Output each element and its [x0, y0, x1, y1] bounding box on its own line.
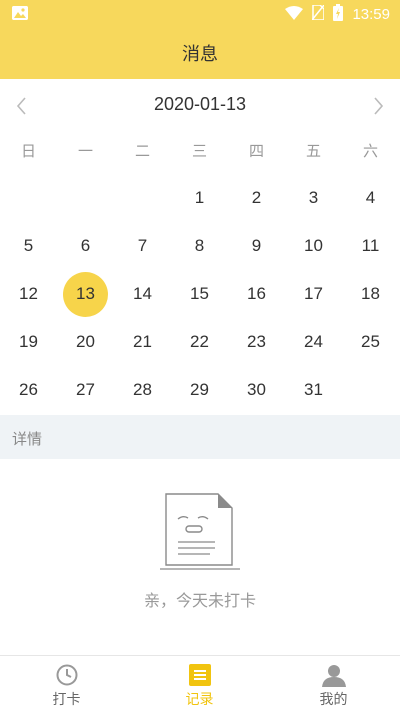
calendar-day[interactable]: 31 — [285, 367, 342, 413]
calendar-day[interactable]: 23 — [228, 319, 285, 365]
tab-clock-in[interactable]: 打卡 — [0, 656, 133, 712]
calendar-day[interactable]: 15 — [171, 271, 228, 317]
calendar-day-number: 1 — [194, 188, 205, 207]
empty-document-icon — [160, 493, 240, 570]
calendar-day-number: 13 — [76, 284, 95, 303]
calendar-day[interactable]: 19 — [0, 319, 57, 365]
weekday-label: 二 — [134, 142, 150, 160]
calendar-day-number: 17 — [304, 284, 323, 303]
calendar-day[interactable]: 28 — [114, 367, 171, 413]
calendar-day-number: 2 — [251, 188, 262, 207]
calendar-day[interactable]: 22 — [171, 319, 228, 365]
weekday-header: 日一二三四五六 — [0, 140, 400, 166]
calendar-day[interactable]: 11 — [342, 223, 399, 269]
calendar-day-number: 24 — [304, 332, 323, 351]
calendar-day-number: 8 — [194, 236, 205, 255]
app-header: 13:59 消息 — [0, 0, 400, 79]
weekday-label: 日 — [20, 142, 36, 160]
status-bar: 13:59 — [0, 0, 400, 28]
status-icons: 13:59 — [285, 3, 390, 25]
battery-charging-icon — [333, 3, 344, 25]
calendar-day-number: 30 — [247, 380, 266, 399]
calendar-day-number: 12 — [19, 284, 38, 303]
calendar-day[interactable]: 30 — [228, 367, 285, 413]
calendar-day-number: 27 — [76, 380, 95, 399]
calendar-day-number: 7 — [137, 236, 148, 255]
calendar-day[interactable]: 8 — [171, 223, 228, 269]
calendar-day-number: 31 — [304, 380, 323, 399]
calendar-day-number: 16 — [247, 284, 266, 303]
calendar-day[interactable]: 21 — [114, 319, 171, 365]
calendar-day-number: 6 — [80, 236, 91, 255]
tab-label: 记录 — [185, 692, 214, 708]
calendar-day[interactable]: 29 — [171, 367, 228, 413]
weekday-label: 四 — [248, 142, 264, 160]
tab-profile[interactable]: 我的 — [267, 656, 400, 712]
calendar-day-number: 26 — [19, 380, 38, 399]
calendar-day[interactable]: 27 — [57, 367, 114, 413]
calendar-day[interactable]: 16 — [228, 271, 285, 317]
calendar-day[interactable]: 14 — [114, 271, 171, 317]
tab-label: 我的 — [319, 692, 348, 708]
bottom-tab-bar: 打卡 记录 我的 — [0, 655, 400, 712]
calendar-day-number: 15 — [190, 284, 209, 303]
details-section-header: 详情 — [0, 415, 400, 459]
calendar-day[interactable]: 2 — [228, 175, 285, 221]
calendar-day[interactable]: 20 — [57, 319, 114, 365]
clock-icon — [56, 664, 77, 686]
month-navigation: 2020-01-13 — [0, 88, 400, 124]
calendar-day[interactable]: 24 — [285, 319, 342, 365]
tab-label: 打卡 — [52, 692, 81, 708]
calendar-day-number: 19 — [19, 332, 38, 351]
calendar-day[interactable]: 25 — [342, 319, 399, 365]
status-time: 13:59 — [352, 5, 390, 23]
calendar-day-number: 25 — [361, 332, 380, 351]
calendar-day[interactable]: 4 — [342, 175, 399, 221]
calendar-day[interactable]: 1 — [171, 175, 228, 221]
calendar-day-number: 18 — [361, 284, 380, 303]
calendar-day[interactable]: 10 — [285, 223, 342, 269]
calendar-day[interactable]: 12 — [0, 271, 57, 317]
calendar-day[interactable]: 9 — [228, 223, 285, 269]
gallery-notification-icon — [12, 6, 28, 20]
calendar-day[interactable]: 7 — [114, 223, 171, 269]
calendar-day[interactable]: 18 — [342, 271, 399, 317]
calendar-day-number: 23 — [247, 332, 266, 351]
details-label: 详情 — [12, 430, 43, 448]
calendar-day-number: 4 — [365, 188, 376, 207]
calendar-day[interactable]: 6 — [57, 223, 114, 269]
calendar-day-number: 9 — [251, 236, 262, 255]
weekday-label: 一 — [77, 142, 93, 160]
calendar-day-number: 20 — [76, 332, 95, 351]
list-icon — [188, 664, 211, 686]
calendar-day-selected[interactable]: 13 — [57, 271, 114, 317]
calendar-day[interactable]: 3 — [285, 175, 342, 221]
calendar-day-number: 21 — [133, 332, 152, 351]
page-title: 消息 — [182, 44, 218, 65]
empty-message: 亲，今天未打卡 — [143, 591, 256, 610]
calendar-day-number: 3 — [308, 188, 319, 207]
weekday-label: 三 — [191, 142, 207, 160]
current-date-label: 2020-01-13 — [153, 94, 247, 114]
calendar-day[interactable]: 26 — [0, 367, 57, 413]
person-icon — [321, 665, 346, 687]
weekday-label: 五 — [305, 142, 321, 160]
calendar-day-number: 22 — [190, 332, 209, 351]
wifi-icon — [285, 5, 304, 24]
calendar-day[interactable]: 17 — [285, 271, 342, 317]
calendar-day[interactable]: 5 — [0, 223, 57, 269]
next-month-button[interactable] — [366, 94, 390, 118]
weekday-label: 六 — [362, 142, 378, 160]
calendar-day-number: 11 — [361, 236, 380, 255]
calendar-day-number: 29 — [190, 380, 209, 399]
tab-records[interactable]: 记录 — [133, 656, 266, 712]
chevron-right-icon — [374, 97, 384, 115]
calendar-day-number: 5 — [23, 236, 34, 255]
calendar-day-number: 14 — [133, 284, 152, 303]
no-sim-icon — [311, 3, 326, 24]
calendar-day-number: 10 — [304, 236, 323, 255]
calendar-day-number: 28 — [133, 380, 152, 399]
